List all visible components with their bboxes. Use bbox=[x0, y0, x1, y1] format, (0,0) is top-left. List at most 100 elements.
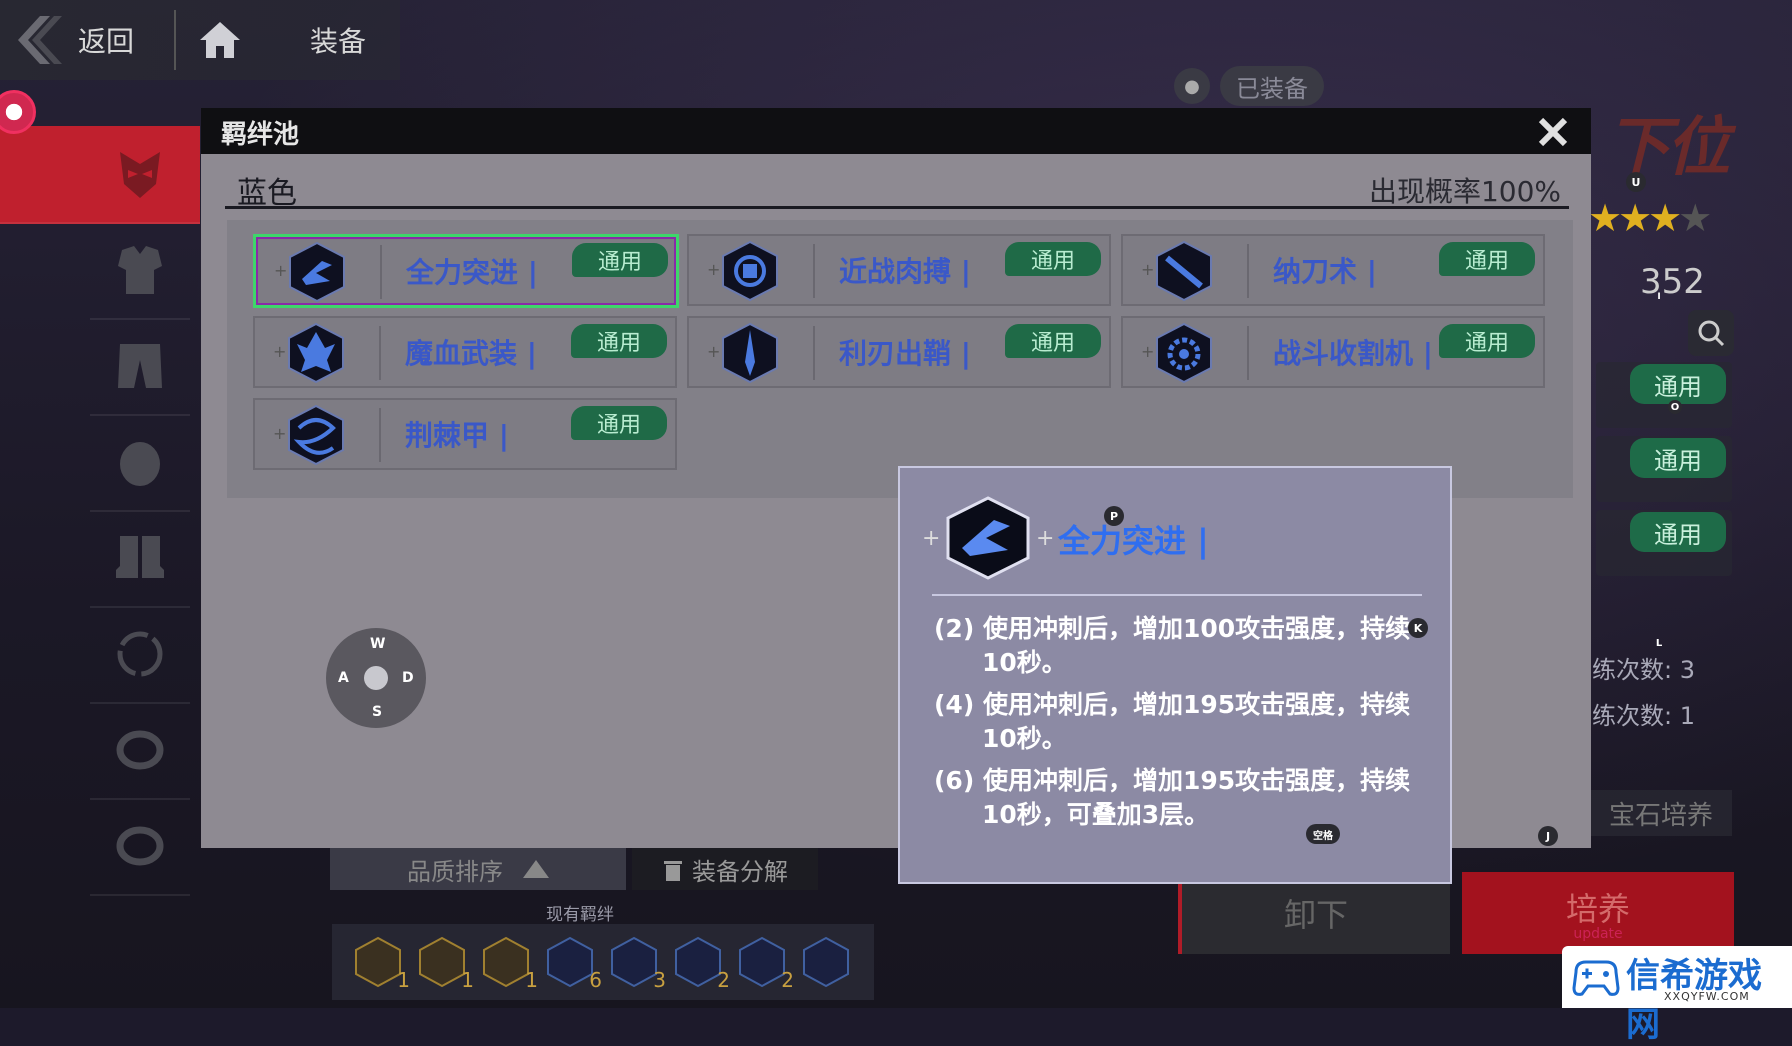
joystick-key-a: A bbox=[338, 670, 349, 686]
sidebar-slot-armor[interactable] bbox=[90, 222, 190, 320]
owned-bond-item[interactable]: 2 bbox=[674, 936, 730, 992]
bond-name: 全力突进 | bbox=[406, 256, 538, 289]
bond-grid: + 全力突进 | 通用 + 近战肉搏 | 通用 + 纳刀术 | 通用 + 魔血武… bbox=[227, 220, 1573, 498]
bond-blue-icon bbox=[547, 936, 593, 988]
page-title: 装备 bbox=[310, 25, 367, 58]
quality-sort-button[interactable]: 品质排序 bbox=[330, 848, 626, 890]
key-hint-k: K bbox=[1408, 618, 1428, 638]
home-icon[interactable] bbox=[198, 18, 242, 62]
rank-label: 下位 bbox=[1606, 111, 1730, 185]
back-chevron-icon[interactable] bbox=[10, 14, 62, 66]
tooltip-divider bbox=[932, 594, 1422, 596]
sheath-bond-icon bbox=[1156, 240, 1212, 302]
star-icon: ★ bbox=[1618, 196, 1652, 240]
owned-bond-item[interactable]: 2 bbox=[738, 936, 794, 992]
training-count: 练次数: 3 bbox=[1592, 656, 1695, 684]
owned-bonds-label: 现有羁绊 bbox=[546, 905, 614, 925]
decompose-button[interactable]: 装备分解 bbox=[632, 848, 818, 890]
dash-bond-icon bbox=[289, 241, 345, 303]
bond-blue-icon bbox=[675, 936, 721, 988]
virtual-joystick[interactable]: W A D S bbox=[326, 628, 426, 728]
gem-slot-badge: 通用 bbox=[1630, 512, 1726, 552]
necklace-icon bbox=[117, 631, 163, 677]
sidebar-slot-pants[interactable] bbox=[90, 318, 190, 416]
sidebar-slot-gloves[interactable] bbox=[90, 414, 190, 512]
tooltip-effects: (2) 使用冲刺后，增加100攻击强度，持续10秒。 (4) 使用冲刺后，增加1… bbox=[934, 612, 1414, 840]
train-button[interactable]: 培养 update bbox=[1462, 872, 1734, 954]
ring-icon bbox=[116, 826, 164, 866]
search-icon bbox=[1698, 320, 1725, 347]
modal-title: 羁绊池 bbox=[221, 120, 300, 150]
star-rating: ★★★★ bbox=[1588, 196, 1712, 240]
bond-gold-icon bbox=[355, 936, 401, 988]
sidebar-slot-necklace[interactable] bbox=[90, 606, 190, 704]
unequip-button[interactable]: 卸下 bbox=[1178, 872, 1450, 954]
search-button[interactable] bbox=[1688, 310, 1734, 356]
pants-icon bbox=[118, 344, 162, 388]
mask-icon bbox=[120, 152, 160, 198]
bond-effect-4: (4) 使用冲刺后，增加195攻击强度，持续10秒。 bbox=[934, 690, 1411, 753]
bond-card-blood-armor[interactable]: + 魔血武装 | 通用 bbox=[253, 316, 677, 388]
sort-up-icon bbox=[523, 860, 549, 878]
harvester-bond-icon bbox=[1156, 322, 1212, 384]
thorn-armor-bond-icon bbox=[288, 404, 344, 466]
bond-card-blade-drawn[interactable]: + 利刃出鞘 | 通用 bbox=[687, 316, 1111, 388]
sidebar-slot-ring-2[interactable] bbox=[90, 798, 190, 896]
sidebar-slot-helmet[interactable] bbox=[0, 126, 200, 224]
key-hint-j: J bbox=[1538, 826, 1558, 846]
owned-bonds-strip: 1 1 1 6 3 2 2 bbox=[332, 924, 874, 1000]
bond-blue-icon bbox=[611, 936, 657, 988]
top-bar: 返回 装备 bbox=[0, 0, 400, 80]
bond-card-harvester[interactable]: + 战斗收割机 | 通用 bbox=[1121, 316, 1545, 388]
key-hint-i: I bbox=[1657, 292, 1661, 302]
decompose-label: 装备分解 bbox=[692, 857, 788, 886]
bond-card-sheath[interactable]: + 纳刀术 | 通用 bbox=[1121, 234, 1545, 306]
close-icon[interactable] bbox=[1533, 112, 1573, 152]
bond-name: 利刃出鞘 | bbox=[839, 337, 971, 370]
trash-icon bbox=[664, 861, 682, 881]
bond-card-full-dash[interactable]: + 全力突进 | 通用 bbox=[253, 234, 679, 308]
bond-detail-tooltip: + + P 全力突进 | (2) 使用冲刺后，增加100攻击强度，持续10秒。 … bbox=[898, 466, 1452, 884]
bond-blue-icon bbox=[739, 936, 785, 988]
owned-bond-item[interactable]: 1 bbox=[482, 936, 538, 992]
joystick-key-w: W bbox=[370, 636, 386, 652]
bond-card-melee[interactable]: + 近战肉搏 | 通用 bbox=[687, 234, 1111, 306]
key-hint-o: O bbox=[1668, 400, 1682, 414]
owned-bond-item[interactable]: 1 bbox=[354, 936, 410, 992]
chest-armor-icon bbox=[118, 246, 162, 294]
gem-slot-badge: 通用 bbox=[1630, 364, 1726, 404]
equipped-label: 已装备 bbox=[1220, 66, 1324, 106]
watermark-url: XXQYFW.COM bbox=[1664, 990, 1750, 1003]
lock-icon[interactable]: ● bbox=[1174, 68, 1210, 104]
gamepad-logo-icon bbox=[1572, 960, 1620, 996]
blood-armor-bond-icon bbox=[288, 322, 344, 384]
dash-bond-icon bbox=[946, 496, 1030, 580]
site-watermark: 信希游戏网 XXQYFW.COM bbox=[1562, 946, 1792, 1045]
owned-bond-item[interactable]: 1 bbox=[418, 936, 474, 992]
bond-name: 近战肉搏 | bbox=[839, 255, 971, 288]
bond-name: 魔血武装 | bbox=[405, 337, 537, 370]
owned-bond-item[interactable]: 3 bbox=[610, 936, 666, 992]
back-button[interactable]: 返回 bbox=[78, 20, 134, 60]
training-count: 练次数: 1 bbox=[1592, 702, 1695, 730]
bond-card-thorn-armor[interactable]: + 荆棘甲 | 通用 bbox=[253, 398, 677, 470]
star-icon: ★ bbox=[1648, 196, 1682, 240]
gauntlet-icon bbox=[120, 442, 160, 486]
owned-bond-item[interactable]: 6 bbox=[546, 936, 602, 992]
modal-header: 羁绊池 bbox=[201, 108, 1591, 154]
boots-icon bbox=[116, 536, 164, 578]
bond-type-badge: 通用 bbox=[1005, 324, 1101, 358]
sidebar-slot-boots[interactable] bbox=[90, 510, 190, 608]
gem-slot-badge: 通用 bbox=[1630, 438, 1726, 478]
gem-training-button[interactable]: 宝石培养 bbox=[1590, 790, 1732, 836]
key-hint-u: U bbox=[1626, 172, 1646, 192]
bond-type-badge: 通用 bbox=[1439, 324, 1535, 358]
bond-type-badge: 通用 bbox=[1005, 242, 1101, 276]
joystick-key-d: D bbox=[402, 670, 414, 686]
sidebar-slot-ring-1[interactable] bbox=[90, 702, 190, 800]
bond-type-badge: 通用 bbox=[572, 243, 668, 277]
joystick-knob[interactable] bbox=[364, 666, 388, 690]
sort-label: 品质排序 bbox=[407, 857, 503, 886]
train-label: 培养 bbox=[1565, 890, 1630, 928]
owned-bond-item[interactable] bbox=[802, 936, 850, 988]
